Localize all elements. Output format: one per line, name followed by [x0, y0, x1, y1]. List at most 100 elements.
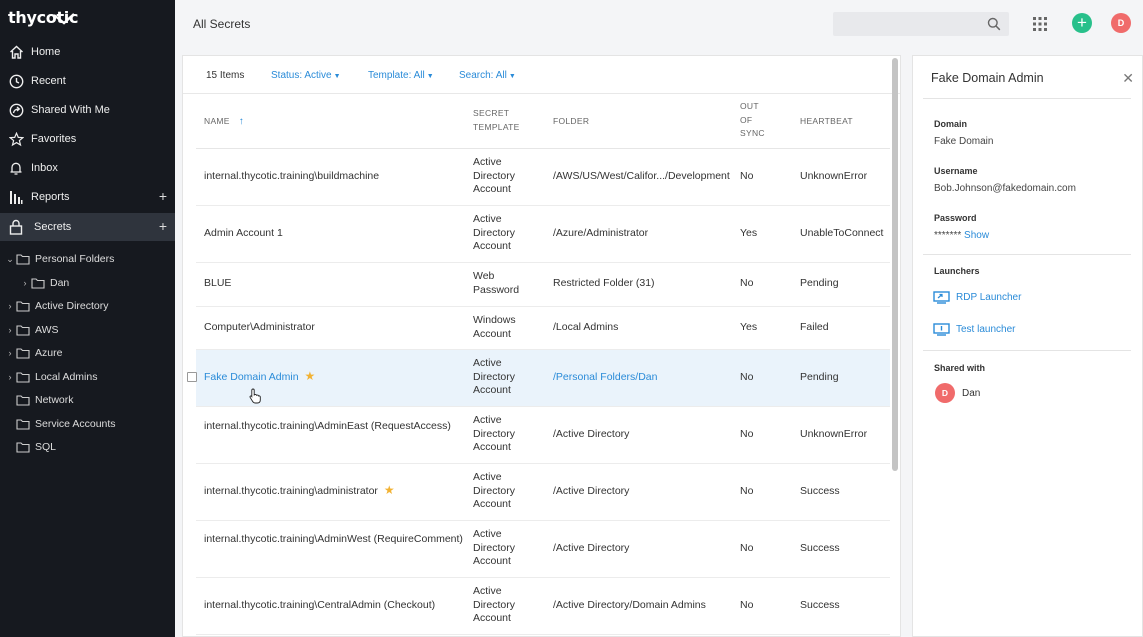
- list-scrollbar-thumb[interactable]: [892, 58, 898, 471]
- secret-out-of-sync: No: [740, 277, 754, 289]
- tree-dan[interactable]: › Dan: [19, 272, 70, 294]
- password-label: Password: [934, 213, 977, 223]
- secret-out-of-sync: No: [740, 170, 754, 182]
- table-row[interactable]: internal.thycotic.training\administrator…: [196, 464, 890, 521]
- tree-personal-folders[interactable]: ⌄ Personal Folders: [4, 248, 114, 270]
- template-line: Active: [473, 471, 502, 483]
- close-icon[interactable]: ✕: [1122, 70, 1134, 87]
- add-button[interactable]: +: [1072, 13, 1092, 33]
- thycotic-logo[interactable]: thycotic: [8, 8, 78, 27]
- tree-service-accounts[interactable]: Service Accounts: [16, 413, 116, 435]
- status-filter-dropdown[interactable]: Status: Active ▼: [271, 70, 341, 81]
- template-line: Directory: [473, 169, 516, 182]
- status-filter-label: Status: Active: [271, 70, 332, 81]
- folder-icon: [16, 325, 30, 336]
- column-header-folder[interactable]: FOLDER: [553, 115, 589, 129]
- lock-icon: [8, 219, 24, 235]
- search-input[interactable]: [833, 12, 1009, 36]
- apps-grid-icon[interactable]: [1033, 17, 1047, 31]
- tree-label: Dan: [50, 277, 70, 289]
- template-line: Account: [473, 327, 511, 340]
- secret-name[interactable]: internal.thycotic.training\AdminEast (Re…: [204, 420, 451, 434]
- nav-inbox[interactable]: Inbox: [0, 154, 175, 182]
- tree-label: Active Directory: [35, 300, 109, 312]
- nav-secrets[interactable]: Secrets +: [0, 213, 175, 241]
- column-header-out-of-sync[interactable]: OUT OF SYNC: [740, 100, 765, 141]
- table-row-selected[interactable]: Fake Domain Admin ★ Active Directory Accoun…: [187, 350, 890, 407]
- template-line: Account: [473, 384, 511, 396]
- secret-out-of-sync: No: [740, 542, 754, 554]
- secret-name[interactable]: BLUE: [204, 277, 231, 291]
- divider: [923, 254, 1131, 255]
- chevron-right-icon[interactable]: ›: [4, 348, 16, 358]
- show-password-link[interactable]: Show: [964, 230, 989, 241]
- favorite-star-icon[interactable]: ★: [305, 369, 316, 383]
- test-launcher-link[interactable]: Test launcher: [933, 323, 1015, 336]
- secret-name[interactable]: internal.thycotic.training\AdminWest (Re…: [204, 533, 463, 547]
- secret-name[interactable]: Computer\Administrator: [204, 321, 315, 335]
- table-row[interactable]: BLUE Web Password Restricted Folder (31) …: [196, 263, 890, 307]
- rdp-launcher-link[interactable]: RDP Launcher: [933, 291, 1021, 304]
- folder-icon: [31, 278, 45, 289]
- template-line: Directory: [473, 427, 516, 440]
- nav-reports[interactable]: Reports +: [0, 183, 175, 211]
- secret-name[interactable]: Fake Domain Admin ★: [204, 369, 316, 385]
- add-secret-icon[interactable]: +: [159, 218, 167, 234]
- nav-favorites[interactable]: Favorites: [0, 125, 175, 153]
- chevron-right-icon[interactable]: ›: [4, 301, 16, 311]
- secret-template: Active Directory Account: [473, 213, 515, 254]
- chevron-right-icon[interactable]: ›: [4, 372, 16, 382]
- secret-folder: /Active Directory: [553, 485, 630, 497]
- secret-name[interactable]: internal.thycotic.training\CentralAdmin …: [204, 599, 435, 613]
- chevron-right-icon[interactable]: ›: [19, 278, 31, 288]
- table-header: NAME ↑ SECRET TEMPLATE FOLDER OUT OF SYNC…: [196, 94, 890, 149]
- nav-home[interactable]: Home: [0, 38, 175, 66]
- tree-azure[interactable]: › Azure: [4, 342, 63, 364]
- column-header-heartbeat[interactable]: HEARTBEAT: [800, 115, 853, 129]
- secret-detail-panel: Fake Domain Admin ✕ Domain Fake Domain U…: [912, 55, 1143, 637]
- secret-template: Active Directory Account: [473, 357, 515, 398]
- secret-template: Active Directory Account: [473, 585, 515, 626]
- search-filter-dropdown[interactable]: Search: All ▼: [459, 70, 516, 81]
- secret-template: Active Directory Account: [473, 471, 515, 512]
- table-row[interactable]: internal.thycotic.training\AdminWest (Re…: [196, 521, 890, 578]
- secret-out-of-sync: No: [740, 428, 754, 440]
- template-line: Password: [473, 283, 520, 296]
- folder-icon: [16, 254, 30, 265]
- tree-label: Service Accounts: [35, 418, 116, 430]
- table-row[interactable]: Computer\Administrator Windows Account /L…: [196, 307, 890, 350]
- secret-name-label: internal.thycotic.training\administrator: [204, 485, 378, 497]
- search-icon[interactable]: [987, 17, 1001, 31]
- sort-ascending-icon[interactable]: ↑: [239, 116, 244, 127]
- secret-out-of-sync: No: [740, 485, 754, 497]
- secret-heartbeat: Success: [800, 485, 840, 497]
- row-checkbox[interactable]: [187, 372, 197, 382]
- template-filter-dropdown[interactable]: Template: All ▼: [368, 70, 434, 81]
- column-header-name[interactable]: NAME ↑: [204, 115, 244, 129]
- secret-name[interactable]: internal.thycotic.training\buildmachine: [204, 170, 379, 184]
- chevron-right-icon[interactable]: ›: [4, 325, 16, 335]
- add-report-icon[interactable]: +: [159, 188, 167, 204]
- table-row[interactable]: internal.thycotic.training\buildmachine …: [196, 149, 890, 206]
- tree-network[interactable]: Network: [16, 389, 74, 411]
- tree-sql[interactable]: SQL: [16, 436, 56, 458]
- tree-local-admins[interactable]: › Local Admins: [4, 366, 98, 388]
- avatar: D: [935, 383, 955, 403]
- template-line: Active: [473, 528, 502, 540]
- table-row[interactable]: internal.thycotic.training\CentralAdmin …: [196, 578, 890, 635]
- nav-shared-with-me[interactable]: Shared With Me: [0, 96, 175, 124]
- tree-active-directory[interactable]: › Active Directory: [4, 295, 109, 317]
- user-avatar[interactable]: D: [1111, 13, 1131, 33]
- secret-name[interactable]: Admin Account 1: [204, 227, 283, 241]
- chevron-down-icon[interactable]: ⌄: [4, 254, 16, 265]
- column-header-label: OUT: [740, 101, 759, 111]
- table-row[interactable]: internal.thycotic.training\AdminEast (Re…: [196, 407, 890, 464]
- nav-recent[interactable]: Recent: [0, 67, 175, 95]
- template-line: Account: [473, 441, 511, 453]
- secret-folder-link[interactable]: /Personal Folders/Dan: [553, 371, 657, 385]
- table-row[interactable]: Admin Account 1 Active Directory Account /…: [196, 206, 890, 263]
- column-header-template[interactable]: SECRET TEMPLATE: [473, 107, 520, 134]
- secret-name[interactable]: internal.thycotic.training\administrator…: [204, 483, 395, 499]
- tree-aws[interactable]: › AWS: [4, 319, 59, 341]
- favorite-star-icon[interactable]: ★: [384, 483, 395, 497]
